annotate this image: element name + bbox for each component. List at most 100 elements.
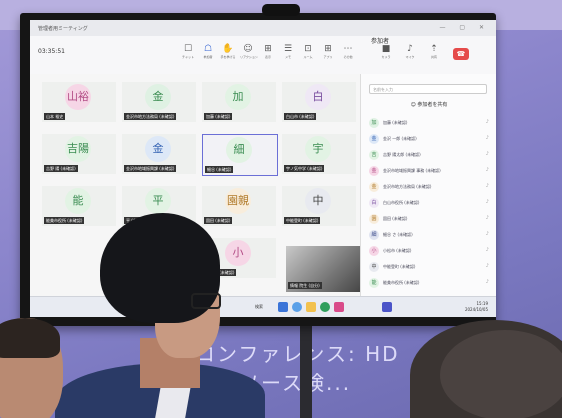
toolbar-label: 共有 — [430, 55, 437, 59]
toolbar-label: その他 — [343, 55, 353, 59]
avatar: 園親 — [225, 188, 251, 214]
rooms-icon: ⊡ — [304, 44, 312, 54]
phone-icon: ☎ — [456, 50, 466, 58]
participant-list-name: 吉野 陽太郎 (未確認) — [383, 152, 421, 157]
toolbar-label: アプリ — [323, 55, 333, 59]
avatar: 金 — [145, 84, 171, 110]
search-icon[interactable] — [292, 302, 302, 312]
participant-list-item[interactable]: 能能美市役所 (未確認) ♪ — [367, 276, 491, 290]
participant-list-name: 白山市役所 (未確認) — [383, 200, 420, 205]
participant-tile[interactable]: 金金沢市地域振興課 (未確認) — [122, 134, 196, 174]
toolbar-more-button[interactable]: ⋯ その他 — [340, 44, 356, 59]
toolbar-people-button[interactable]: ☖ 参加者 — [200, 44, 216, 59]
share-icon: ⇡ — [430, 44, 438, 54]
toolbar-label: リアクション — [240, 55, 258, 59]
toolbar-label: ルーム — [303, 55, 313, 59]
right-person-hair — [440, 330, 562, 418]
mic-muted-icon[interactable]: ♪ — [486, 151, 489, 157]
left-person-hair — [0, 318, 60, 358]
clock-date: 2024/10/05 — [464, 307, 488, 312]
mic-muted-icon[interactable]: ♪ — [486, 199, 489, 205]
mic-muted-icon[interactable]: ♪ — [486, 119, 489, 125]
participant-tile[interactable]: 山裕 山本 裕史 — [42, 82, 116, 122]
browser-icon[interactable] — [320, 302, 330, 312]
webcam — [262, 4, 300, 16]
participant-list-item[interactable]: 白白山市役所 (未確認) ♪ — [367, 196, 491, 210]
avatar: 金 — [369, 182, 379, 192]
apps-icon: ⊞ — [324, 44, 332, 54]
toolbar-mic-button[interactable]: ♪ マイク — [402, 44, 418, 59]
participant-list-item[interactable]: 小小松市 (未確認) ♪ — [367, 244, 491, 258]
mic-muted-icon[interactable]: ♪ — [486, 215, 489, 221]
participant-tile[interactable]: 吉陽 吉野 陽 (未確認) — [42, 134, 116, 174]
participant-tile[interactable]: 加加藤 (未確認) — [202, 82, 276, 122]
mic-muted-icon[interactable]: ♪ — [486, 263, 489, 269]
reaction-icon: ☺ — [243, 44, 253, 54]
participant-list-item[interactable]: 園園田 (未確認) ♪ — [367, 212, 491, 226]
window-title: 管理者用ミーティング — [38, 26, 88, 32]
folder-icon[interactable] — [306, 302, 316, 312]
toolbar-apps-button[interactable]: ⊞ アプリ — [320, 44, 336, 59]
participant-tile[interactable]: 中中能登町 (未確認) — [282, 186, 356, 226]
mic-muted-icon[interactable]: ♪ — [486, 231, 489, 237]
avatar: 白 — [369, 198, 379, 208]
toolbar-view-button[interactable]: ⊞ 表示 — [260, 44, 276, 59]
participant-list-item[interactable]: 金金沢 一郎 (未確認) ♪ — [367, 132, 491, 146]
participant-search-input[interactable]: 名前を入力 — [369, 84, 487, 94]
people-icon: ☖ — [203, 44, 213, 54]
stand-post-right — [300, 320, 312, 418]
participant-list-name: 細谷 さ (未確認) — [383, 232, 413, 237]
avatar: 吉 — [369, 150, 379, 160]
participant-tile[interactable]: 細細谷 (未確認) — [202, 134, 278, 176]
toolbar-raise-hand-button[interactable]: ✋ 手を挙げる — [220, 44, 236, 59]
participant-list-name: 金沢市地方法務局 (未確認) — [383, 184, 432, 189]
taskbar-search-text[interactable]: 検索 — [255, 304, 263, 310]
avatar: 金 — [369, 134, 379, 144]
participant-name: 細谷 (未確認) — [205, 166, 234, 173]
participant-list-item[interactable]: 金金沢市地方法務局 (未確認) ♪ — [367, 180, 491, 194]
participant-list-name: 加藤 (未確認) — [383, 120, 408, 125]
taskbar-clock[interactable]: 15:19 2024/10/05 — [465, 301, 488, 313]
camera-icon: ■ — [381, 44, 391, 54]
avatar: 細 — [369, 230, 379, 240]
toolbar-chat-button[interactable]: ☐ チャット — [180, 44, 196, 59]
mic-muted-icon[interactable]: ♪ — [486, 183, 489, 189]
participant-name: 吉野 陽 (未確認) — [44, 165, 78, 172]
participant-tile[interactable]: 金金沢市地方法務局 (未確認) — [122, 82, 196, 122]
toolbar-share-button[interactable]: ⇡ 共有 — [426, 44, 442, 59]
foreground-person — [45, 213, 265, 418]
toolbar-camera-button[interactable]: ■ カメラ — [378, 44, 394, 59]
title-bar: 管理者用ミーティング — ▢ ✕ — [30, 20, 496, 36]
mic-muted-icon[interactable]: ♪ — [486, 167, 489, 173]
avatar: 中 — [369, 262, 379, 272]
toolbar-reaction-button[interactable]: ☺ リアクション — [240, 44, 258, 59]
participant-name: 白山市 (未確認) — [284, 113, 317, 120]
store-icon[interactable] — [334, 302, 344, 312]
participant-tile[interactable]: 宇宇ノ気中学 (未確認) — [282, 134, 356, 174]
participant-list-item[interactable]: 中中能登町 (未確認) ♪ — [367, 260, 491, 274]
start-icon[interactable] — [278, 302, 288, 312]
toolbar-label: 手を挙げる — [220, 55, 236, 59]
participant-list-item[interactable]: 金金沢市地域振興課 事務 (未確認) ♪ — [367, 164, 491, 178]
mic-icon: ♪ — [407, 44, 413, 54]
avatar: 能 — [65, 188, 91, 214]
window-controls[interactable]: — ▢ ✕ — [439, 24, 490, 31]
mic-muted-icon[interactable]: ♪ — [486, 135, 489, 141]
meeting-timer: 03:35:51 — [38, 48, 65, 55]
participant-list-item[interactable]: 吉吉野 陽太郎 (未確認) ♪ — [367, 148, 491, 162]
toolbar-rooms-button[interactable]: ⊡ ルーム — [300, 44, 316, 59]
mic-muted-icon[interactable]: ♪ — [486, 279, 489, 285]
participant-list-item[interactable]: 加加藤 (未確認) ♪ — [367, 116, 491, 130]
avatar: 細 — [226, 137, 252, 163]
teams-icon[interactable] — [382, 302, 392, 312]
toolbar-notes-button[interactable]: ☰ メモ — [280, 44, 296, 59]
leave-button[interactable]: ☎ — [453, 48, 469, 60]
share-invite-button[interactable]: ☺ 参加者を共有 — [391, 100, 467, 110]
self-video-tile[interactable]: 情報 院生 (自分) — [286, 246, 362, 292]
self-video-name: 情報 院生 (自分) — [288, 282, 322, 289]
participant-name: 金沢市地方法務局 (未確認) — [124, 113, 177, 120]
mic-muted-icon[interactable]: ♪ — [486, 247, 489, 253]
notes-icon: ☰ — [283, 44, 293, 54]
participant-tile[interactable]: 白白山市 (未確認) — [282, 82, 356, 122]
participant-list-item[interactable]: 細細谷 さ (未確認) ♪ — [367, 228, 491, 242]
